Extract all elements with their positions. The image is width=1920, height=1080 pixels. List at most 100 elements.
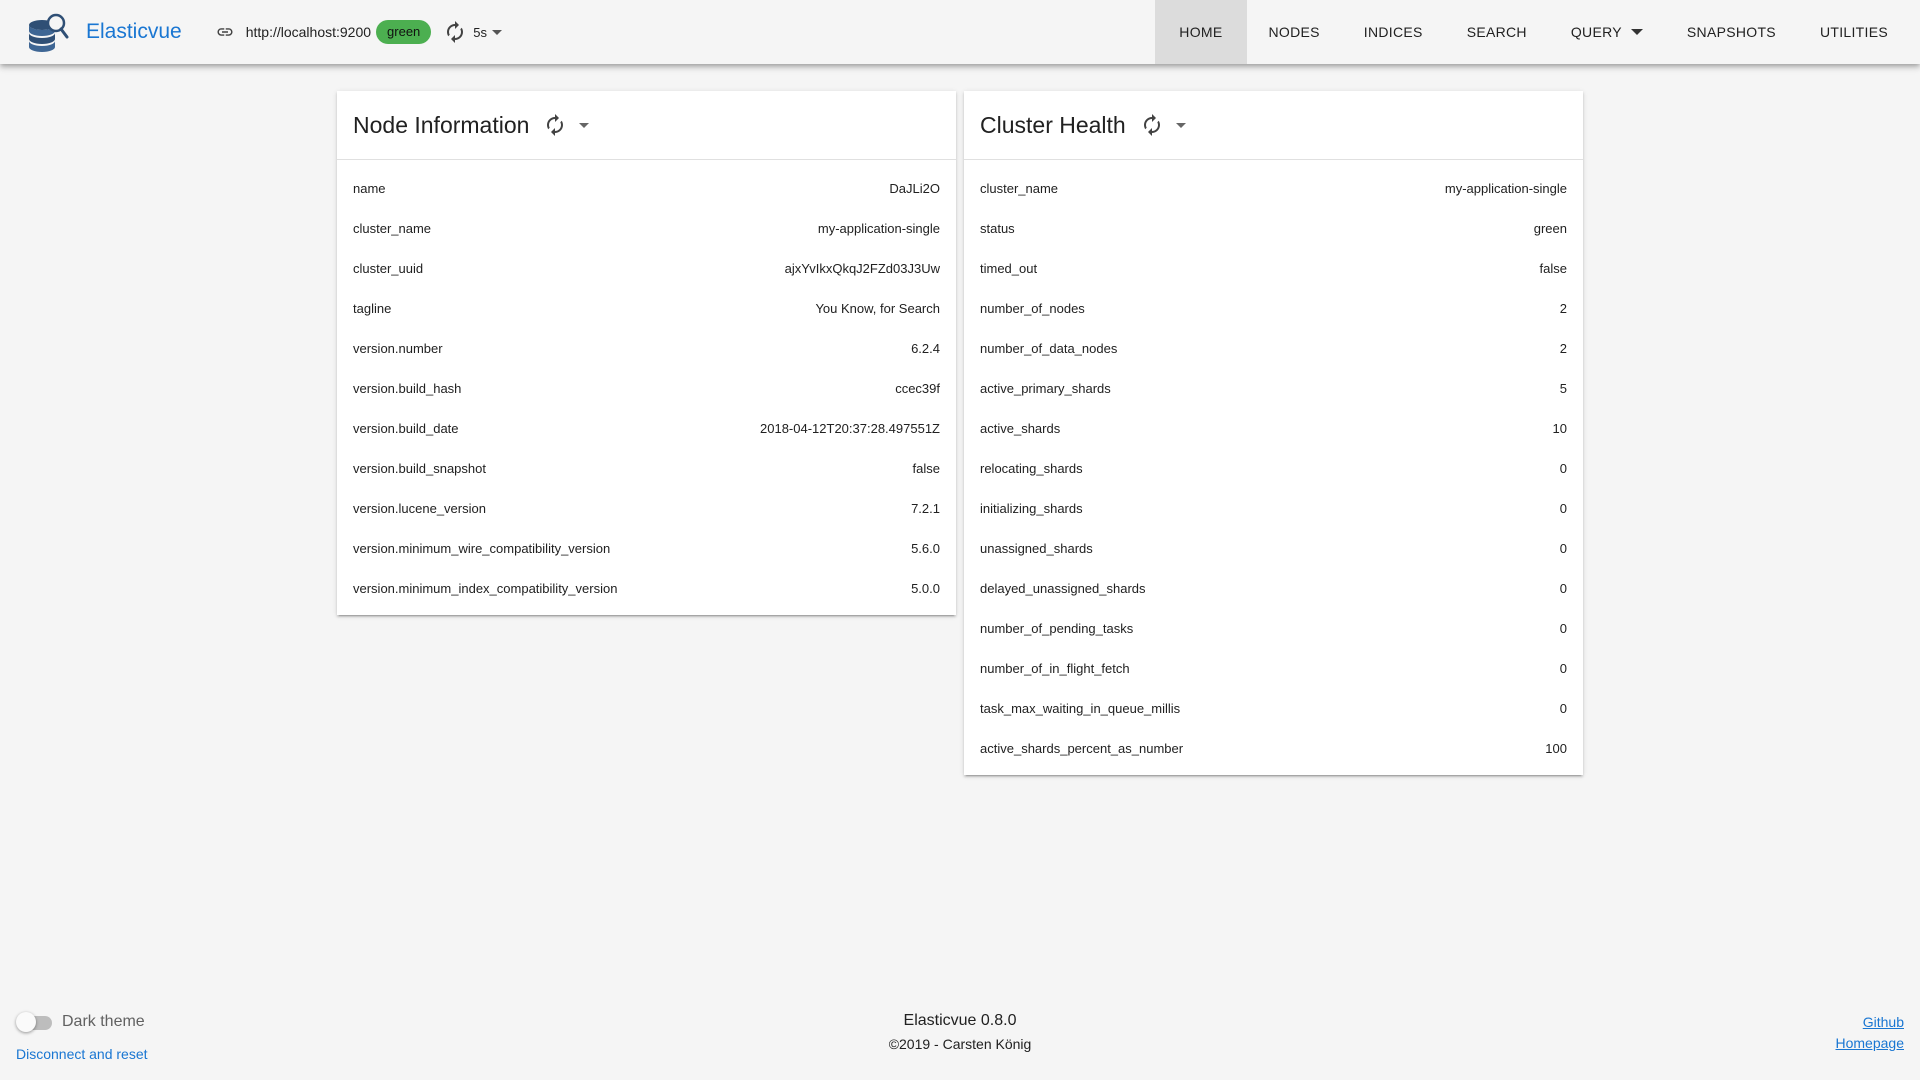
node-info-refresh-menu[interactable] — [543, 113, 590, 137]
node-information-card: Node Information name DaJLi2O cluster_name… — [337, 91, 956, 615]
row-value: 5.0.0 — [911, 580, 940, 596]
dark-theme-switch[interactable] — [16, 1012, 52, 1032]
nav-query-label: QUERY — [1570, 24, 1622, 40]
row-value: 5.6.0 — [911, 540, 940, 556]
row-value: 2 — [1559, 340, 1567, 356]
row-key: version.minimum_wire_compatibility_versi… — [353, 540, 611, 556]
nav-indices[interactable]: INDICES — [1342, 0, 1445, 64]
row-value: false — [912, 460, 940, 476]
card-header: Cluster Health — [964, 91, 1583, 160]
nav-utilities[interactable]: UTILITIES — [1798, 0, 1910, 64]
row-key: active_shards_percent_as_number — [980, 740, 1184, 756]
brand-home-link[interactable]: Elasticvue — [26, 10, 182, 54]
row-value: 2 — [1559, 300, 1567, 316]
row-key: version.build_date — [353, 420, 459, 436]
row-key: cluster_name — [353, 220, 432, 236]
disconnect-reset-link[interactable]: Disconnect and reset — [16, 1046, 148, 1062]
table-row: version.minimum_index_compatibility_vers… — [337, 568, 956, 608]
row-key: version.build_snapshot — [353, 460, 486, 476]
footer: Dark theme Disconnect and reset Elasticv… — [0, 996, 1920, 1080]
cluster-status-badge: green — [376, 20, 432, 44]
main-nav: HOME NODES INDICES SEARCH QUERY SNAPSHOT… — [1155, 0, 1910, 64]
table-row: name DaJLi2O — [337, 168, 956, 208]
chevron-down-icon — [1630, 29, 1643, 35]
row-key: task_max_waiting_in_queue_millis — [980, 700, 1181, 716]
table-row: number_of_data_nodes 2 — [964, 328, 1583, 368]
card-title: Node Information — [353, 111, 530, 138]
homepage-link[interactable]: Homepage — [1836, 1033, 1905, 1054]
table-row: version.build_date 2018-04-12T20:37:28.49… — [337, 408, 956, 448]
row-value: 0 — [1559, 660, 1567, 676]
table-row: number_of_in_flight_fetch 0 — [964, 648, 1583, 688]
github-link[interactable]: Github — [1836, 1012, 1904, 1033]
table-row: cluster_uuid ajxYvIkxQkqJ2FZd03J3Uw — [337, 248, 956, 288]
nav-home[interactable]: HOME — [1155, 0, 1247, 64]
row-value: 5 — [1559, 380, 1567, 396]
table-row: version.minimum_wire_compatibility_versi… — [337, 528, 956, 568]
row-key: version.number — [353, 340, 443, 356]
row-key: number_of_nodes — [980, 300, 1085, 316]
row-key: cluster_name — [980, 180, 1059, 196]
app-bar: Elasticvue http://localhost:9200 green 5… — [0, 0, 1920, 64]
row-value: 6.2.4 — [911, 340, 940, 356]
row-key: name — [353, 180, 386, 196]
refresh-icon — [547, 114, 564, 136]
row-key: initializing_shards — [980, 500, 1083, 516]
row-value: 0 — [1559, 700, 1567, 716]
row-value: false — [1539, 260, 1567, 276]
nav-search[interactable]: SEARCH — [1445, 0, 1549, 64]
nav-query[interactable]: QUERY — [1549, 0, 1665, 64]
dark-theme-toggle[interactable]: Dark theme — [16, 1012, 145, 1032]
row-key: version.lucene_version — [353, 500, 486, 516]
row-key: tagline — [353, 300, 392, 316]
row-key: number_of_data_nodes — [980, 340, 1118, 356]
footer-info: Elasticvue 0.8.0 ©2019 - Carsten König — [760, 1012, 1160, 1052]
connection-url: http://localhost:9200 — [245, 24, 372, 40]
row-key: version.build_hash — [353, 380, 462, 396]
nav-nodes[interactable]: NODES — [1247, 0, 1342, 64]
row-key: status — [980, 220, 1015, 236]
row-key: unassigned_shards — [980, 540, 1093, 556]
row-value: my-application-single — [1444, 180, 1567, 196]
switch-thumb — [16, 1012, 36, 1032]
table-row: active_shards_percent_as_number 100 — [964, 728, 1583, 768]
table-row: timed_out false — [964, 248, 1583, 288]
refresh-icon — [447, 21, 464, 43]
table-row: version.build_hash ccec39f — [337, 368, 956, 408]
row-key: cluster_uuid — [353, 260, 424, 276]
refresh-icon — [1143, 114, 1160, 136]
table-row: initializing_shards 0 — [964, 488, 1583, 528]
refresh-interval-label: 5s — [473, 24, 488, 40]
connection-info: http://localhost:9200 green 5s — [216, 20, 503, 44]
app-version: Elasticvue 0.8.0 — [903, 1012, 1017, 1029]
row-key: version.minimum_index_compatibility_vers… — [353, 580, 618, 596]
table-row: number_of_pending_tasks 0 — [964, 608, 1583, 648]
cluster-health-card: Cluster Health cluster_name my-applicatio… — [964, 91, 1583, 775]
refresh-interval-menu[interactable]: 5s — [443, 20, 503, 44]
row-value: 0 — [1559, 540, 1567, 556]
table-row: status green — [964, 208, 1583, 248]
row-key: active_shards — [980, 420, 1061, 436]
table-row: delayed_unassigned_shards 0 — [964, 568, 1583, 608]
row-value: ccec39f — [895, 380, 940, 396]
row-value: 10 — [1552, 420, 1567, 436]
table-row: version.number 6.2.4 — [337, 328, 956, 368]
row-value: 2018-04-12T20:37:28.497551Z — [760, 420, 940, 436]
row-value: 0 — [1559, 580, 1567, 596]
chevron-down-icon — [579, 122, 590, 128]
row-value: ajxYvIkxQkqJ2FZd03J3Uw — [784, 260, 940, 276]
table-row: relocating_shards 0 — [964, 448, 1583, 488]
table-row: number_of_nodes 2 — [964, 288, 1583, 328]
row-value: 0 — [1559, 460, 1567, 476]
row-value: 0 — [1559, 620, 1567, 636]
row-value: DaJLi2O — [889, 180, 940, 196]
nav-snapshots[interactable]: SNAPSHOTS — [1665, 0, 1798, 64]
card-header: Node Information — [337, 91, 956, 160]
row-key: active_primary_shards — [980, 380, 1111, 396]
cluster-health-refresh-menu[interactable] — [1140, 113, 1186, 137]
row-value: You Know, for Search — [815, 300, 940, 316]
table-row: version.lucene_version 7.2.1 — [337, 488, 956, 528]
table-row: unassigned_shards 0 — [964, 528, 1583, 568]
table-row: task_max_waiting_in_queue_millis 0 — [964, 688, 1583, 728]
table-row: cluster_name my-application-single — [964, 168, 1583, 208]
